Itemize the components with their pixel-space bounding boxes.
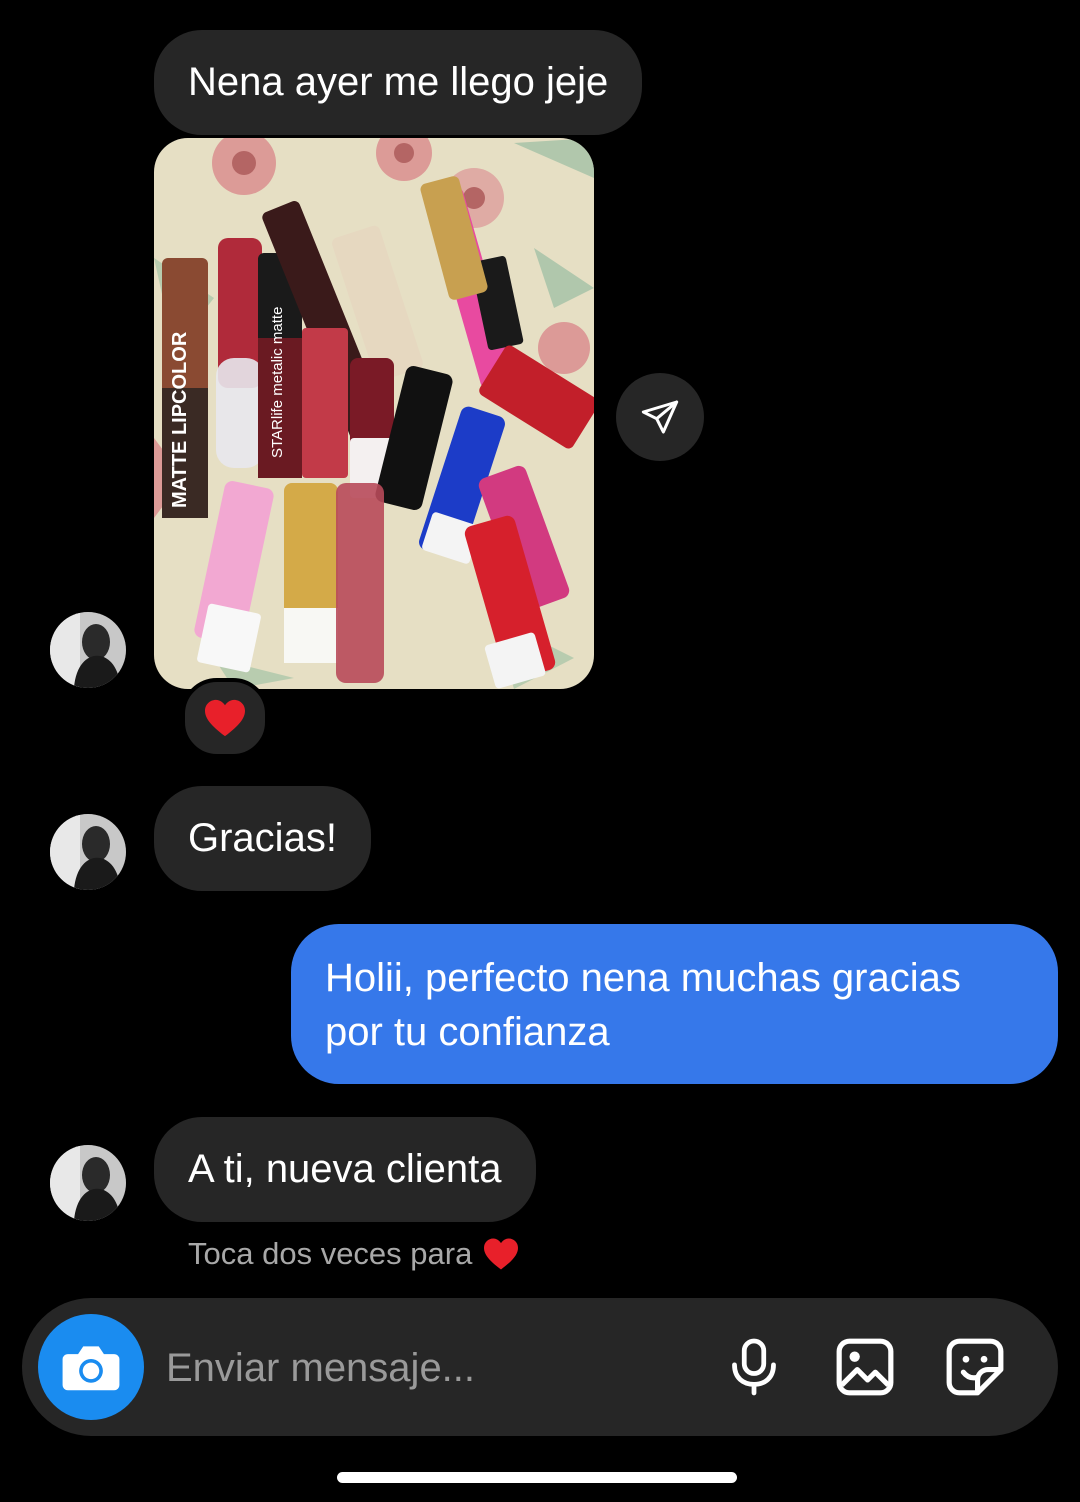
sticker-button[interactable] <box>940 1332 1010 1402</box>
incoming-message-bubble[interactable]: Nena ayer me llego jeje <box>154 30 643 135</box>
outgoing-message-bubble[interactable]: Holii, perfecto nena muchas gracias por … <box>291 924 1058 1084</box>
message-text: Nena ayer me llego jeje <box>188 60 609 104</box>
heart-icon <box>484 1238 519 1270</box>
microphone-button[interactable] <box>719 1332 789 1402</box>
double-tap-hint: Toca dos veces para <box>188 1236 520 1272</box>
incoming-message-bubble[interactable]: Gracias! <box>154 786 371 891</box>
message-composer <box>22 1298 1058 1436</box>
camera-button[interactable] <box>38 1314 144 1420</box>
avatar[interactable] <box>50 814 126 890</box>
microphone-icon <box>732 1338 776 1396</box>
avatar[interactable] <box>50 612 126 688</box>
message-reaction[interactable] <box>181 678 269 758</box>
svg-text:MATTE LIPCOLOR: MATTE LIPCOLOR <box>169 331 191 508</box>
gallery-button[interactable] <box>830 1332 900 1402</box>
share-button[interactable] <box>616 373 704 461</box>
incoming-message-bubble[interactable]: A ti, nueva clienta <box>154 1117 536 1222</box>
hint-text: Toca dos veces para <box>188 1236 473 1271</box>
heart-icon <box>205 699 245 737</box>
message-text: A ti, nueva clienta <box>188 1147 502 1191</box>
photo-message[interactable]: MATTE LIPCOLOR STARlife metalic matte <box>154 138 594 689</box>
camera-icon <box>62 1346 120 1391</box>
message-input[interactable] <box>166 1338 686 1398</box>
avatar[interactable] <box>50 1145 126 1221</box>
message-text: Holii, perfecto nena muchas gracias por … <box>325 956 961 1054</box>
image-icon <box>836 1338 894 1396</box>
sticker-icon <box>946 1338 1004 1396</box>
home-indicator[interactable] <box>337 1472 737 1483</box>
svg-text:STARlife metalic matte: STARlife metalic matte <box>269 307 286 458</box>
message-text: Gracias! <box>188 816 337 860</box>
paper-plane-icon <box>641 400 679 434</box>
